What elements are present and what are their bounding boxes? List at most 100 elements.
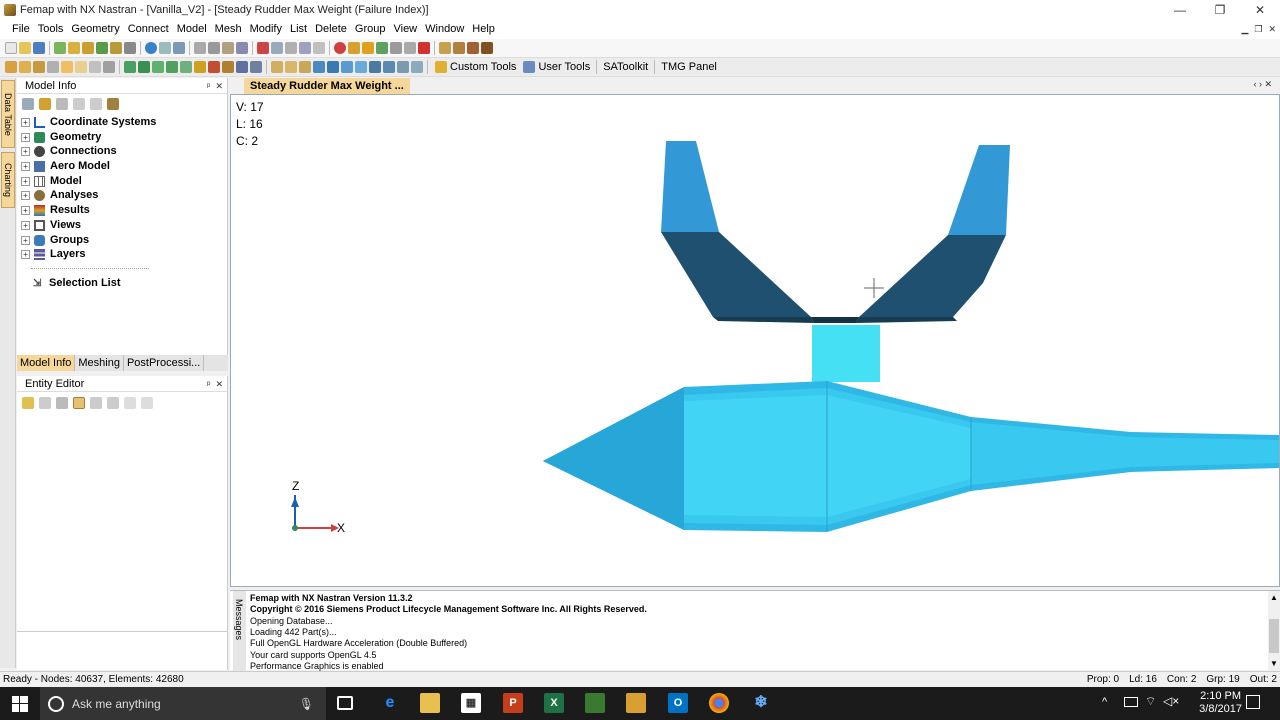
view-front-icon[interactable] [271, 61, 283, 73]
categorized-icon[interactable] [73, 397, 85, 409]
mesh-geometry-icon[interactable] [138, 61, 150, 73]
tree-item-views[interactable]: + Views [21, 218, 81, 232]
layer-tool-icon[interactable] [236, 42, 248, 54]
surface-tool-icon[interactable] [82, 42, 94, 54]
mesh-tool-icon[interactable] [110, 42, 122, 54]
messages-tab[interactable]: Messages [233, 591, 246, 671]
tray-overflow-icon[interactable]: ^ [1102, 696, 1107, 708]
panel-toggle-icon[interactable] [103, 61, 115, 73]
model-viewport[interactable] [231, 95, 1279, 586]
panel-toggle-icon[interactable] [47, 61, 59, 73]
menu-list[interactable]: List [286, 20, 311, 39]
view-options-icon[interactable] [404, 42, 416, 54]
view-iso-icon[interactable] [313, 61, 325, 73]
chrome-icon[interactable] [709, 693, 729, 713]
save-icon[interactable] [33, 42, 45, 54]
open-icon[interactable] [19, 42, 31, 54]
filter-icon[interactable] [39, 98, 51, 110]
mesh-size-icon[interactable] [124, 61, 136, 73]
menu-mesh[interactable]: Mesh [211, 20, 246, 39]
expand-icon[interactable]: + [21, 132, 30, 142]
volume-icon[interactable]: ◁× [1163, 694, 1179, 708]
tab-model-info[interactable]: Model Info [17, 355, 76, 371]
options-icon[interactable] [107, 98, 119, 110]
windows-start-icon[interactable] [12, 696, 28, 712]
workplane-icon[interactable] [285, 42, 297, 54]
mdi-close-icon[interactable]: ✕ [1268, 20, 1276, 39]
mdi-minimize-icon[interactable]: ▁ [1241, 20, 1248, 39]
view-side-icon[interactable] [285, 61, 297, 73]
list-icon[interactable] [107, 397, 119, 409]
pin-icon[interactable]: ᵖ [207, 81, 210, 91]
graphics-window[interactable]: V: 17 L: 16 C: 2 Z X [230, 94, 1280, 587]
tab-postprocessing[interactable]: PostProcessi... [124, 355, 205, 371]
taskbar-clock[interactable]: 2:10 PM 3/8/2017 [1199, 690, 1242, 716]
scroll-up-icon[interactable]: ▲ [1270, 593, 1278, 602]
select-icon[interactable] [159, 42, 171, 54]
tree-item-model[interactable]: + Model [21, 174, 82, 188]
tree-item-aero-model[interactable]: + Aero Model [21, 159, 110, 173]
expand-icon[interactable] [124, 397, 136, 409]
copy-icon[interactable] [39, 397, 51, 409]
menu-delete[interactable]: Delete [311, 20, 351, 39]
pick-icon[interactable] [271, 42, 283, 54]
node-icon[interactable] [166, 61, 178, 73]
wifi-icon[interactable]: ⌔ [1145, 694, 1156, 709]
data-table-tab[interactable]: Data Table [1, 80, 15, 148]
tree-item-selection-list[interactable]: ⇲ Selection List [33, 276, 121, 290]
panel-toggle-icon[interactable] [33, 61, 45, 73]
expand-icon[interactable]: + [21, 249, 30, 259]
view-magnify-icon[interactable] [383, 61, 395, 73]
new-icon[interactable] [5, 42, 17, 54]
align-icon[interactable] [208, 42, 220, 54]
contour-icon[interactable] [467, 42, 479, 54]
femap-taskbar-icon[interactable] [626, 693, 646, 713]
collapse-icon[interactable] [141, 397, 153, 409]
solid-tool-icon[interactable] [96, 42, 108, 54]
user-tools-button[interactable]: User Tools [519, 59, 593, 75]
model-data-icon[interactable] [334, 42, 346, 54]
expand-icon[interactable]: + [21, 161, 30, 171]
close-button[interactable]: ✕ [1240, 0, 1280, 20]
group-tool-icon[interactable] [222, 42, 234, 54]
refresh-icon[interactable] [56, 98, 68, 110]
microphone-icon[interactable]: 🎙 [299, 697, 314, 711]
file-explorer-icon[interactable] [420, 693, 440, 713]
constraint-icon[interactable] [222, 61, 234, 73]
tree-item-coordinate-systems[interactable]: + Coordinate Systems [21, 115, 156, 129]
query-icon[interactable] [313, 42, 325, 54]
tree-item-groups[interactable]: + Groups [21, 233, 89, 247]
powerpoint-icon[interactable]: P [503, 693, 523, 713]
stop-icon[interactable] [418, 42, 430, 54]
excel-icon[interactable]: X [544, 693, 564, 713]
tree-item-connections[interactable]: + Connections [21, 144, 117, 158]
menu-modify[interactable]: Modify [246, 20, 286, 39]
tree-item-results[interactable]: + Results [21, 203, 90, 217]
transform-icon[interactable] [299, 42, 311, 54]
mesh-toolbox-icon[interactable] [152, 61, 164, 73]
maximize-button[interactable]: ❐ [1200, 0, 1240, 20]
refresh-icon[interactable] [56, 397, 68, 409]
menu-file[interactable]: File [8, 20, 34, 39]
mdi-restore-icon[interactable]: ❐ [1254, 20, 1262, 39]
tree-item-geometry[interactable]: + Geometry [21, 130, 101, 144]
view-regenerate-icon[interactable] [411, 61, 423, 73]
edge-browser-icon[interactable]: e [380, 693, 400, 713]
panel-toggle-icon[interactable] [75, 61, 87, 73]
custom-tools-button[interactable]: Custom Tools [431, 59, 519, 75]
snowflake-app-icon[interactable]: ❄ [751, 693, 771, 713]
view-redraw-icon[interactable] [397, 61, 409, 73]
tab-meshing[interactable]: Meshing [75, 355, 124, 371]
paint-icon[interactable] [348, 42, 360, 54]
menu-connect[interactable]: Connect [124, 20, 173, 39]
menu-view[interactable]: View [389, 20, 421, 39]
cortana-search-box[interactable]: Ask me anything 🎙 [40, 687, 326, 720]
panel-toggle-icon[interactable] [89, 61, 101, 73]
expand-icon[interactable]: + [21, 176, 30, 186]
graphics-window-tab[interactable]: Steady Rudder Max Weight ... [244, 78, 410, 94]
tree-item-analyses[interactable]: + Analyses [21, 188, 98, 202]
highlight-icon[interactable] [362, 42, 374, 54]
postprocess-icon[interactable] [439, 42, 451, 54]
curve-tool-icon[interactable] [68, 42, 80, 54]
view-zoom-icon[interactable] [341, 61, 353, 73]
